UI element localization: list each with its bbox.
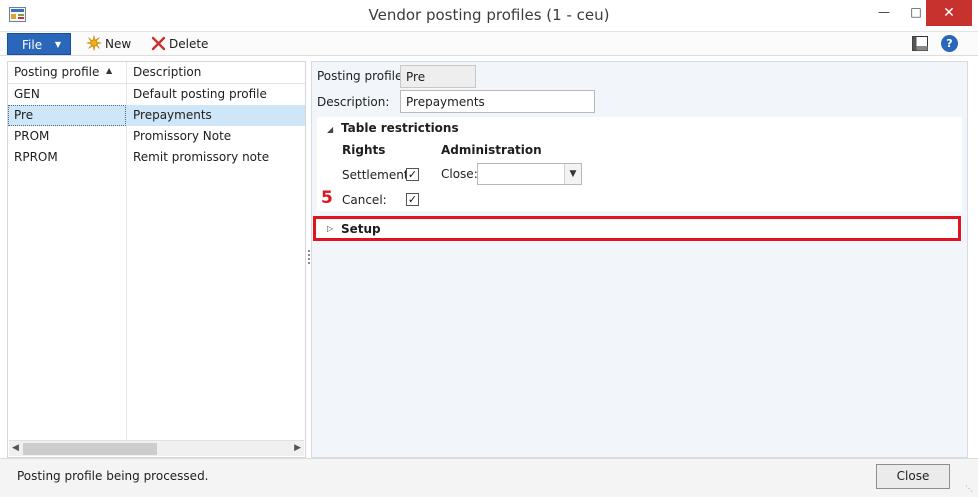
delete-button[interactable]: Delete: [151, 35, 208, 53]
new-icon: [86, 35, 102, 51]
close-label: Close:: [441, 167, 478, 181]
cell-description: Remit promissory note: [133, 150, 270, 164]
chevron-down-icon[interactable]: ▼: [564, 164, 581, 184]
cell-posting-profile: PROM: [14, 129, 50, 143]
table-row[interactable]: RPROM Remit promissory note: [8, 147, 305, 168]
close-combobox[interactable]: ▼: [477, 163, 582, 185]
title-bar: Vendor posting profiles (1 - ceu) — □ ✕: [0, 0, 978, 32]
resize-grip-icon[interactable]: ⋱: [965, 484, 973, 493]
action-pane: File ▼ New Delete ?: [0, 32, 978, 56]
status-bar: Posting profile being processed. Close ⋱: [0, 458, 978, 497]
settlement-checkbox[interactable]: ✓: [406, 168, 419, 181]
administration-group-label: Administration: [441, 143, 542, 157]
scroll-left-icon[interactable]: ◀: [12, 443, 19, 453]
table-row[interactable]: PROM Promissory Note: [8, 126, 305, 147]
window-close-button[interactable]: ✕: [926, 0, 972, 26]
table-row-selected[interactable]: Pre Prepayments: [8, 105, 305, 126]
minimize-button[interactable]: —: [868, 0, 900, 26]
column-header-posting-profile[interactable]: Posting profile: [14, 65, 99, 79]
settlement-label: Settlement:: [342, 168, 413, 182]
file-menu-button[interactable]: File ▼: [7, 33, 71, 55]
rights-group-label: Rights: [342, 143, 386, 157]
table-restrictions-fasttab: ◢ Table restrictions Rights Administrati…: [317, 117, 962, 211]
highlight-box: [313, 216, 961, 241]
status-text: Posting profile being processed.: [17, 469, 209, 483]
posting-profile-field[interactable]: Pre: [400, 65, 476, 88]
new-button[interactable]: New: [86, 35, 131, 53]
sort-ascending-icon: ▲: [106, 66, 113, 75]
cell-description: Prepayments: [133, 108, 212, 122]
close-button[interactable]: Close: [876, 464, 950, 489]
chevron-down-icon: ▼: [54, 40, 61, 49]
description-field[interactable]: Prepayments: [400, 90, 595, 113]
delete-label: Delete: [169, 37, 209, 51]
cell-description: Default posting profile: [133, 87, 267, 101]
file-menu-label: File: [22, 38, 43, 52]
description-label: Description:: [317, 95, 390, 109]
column-header-description[interactable]: Description: [133, 65, 201, 79]
grid-header: Posting profile ▲ Description: [8, 62, 305, 84]
cancel-label: Cancel:: [342, 193, 387, 207]
table-row[interactable]: GEN Default posting profile: [8, 84, 305, 105]
help-icon[interactable]: ?: [941, 35, 958, 52]
cell-posting-profile: RPROM: [14, 150, 58, 164]
cancel-checkbox[interactable]: ✓: [406, 193, 419, 206]
scroll-right-icon[interactable]: ▶: [294, 443, 301, 453]
new-label: New: [105, 37, 132, 51]
layout-icon[interactable]: [912, 36, 928, 51]
posting-profile-grid: Posting profile ▲ Description GEN Defaul…: [7, 61, 306, 458]
detail-pane: Posting profile: Pre Description: Prepay…: [311, 61, 968, 458]
horizontal-scrollbar[interactable]: ◀ ▶: [9, 440, 304, 456]
posting-profile-label: Posting profile:: [317, 69, 407, 83]
collapse-arrow-icon[interactable]: ◢: [327, 125, 333, 134]
window-title: Vendor posting profiles (1 - ceu): [368, 6, 610, 24]
cell-posting-profile: GEN: [14, 87, 40, 101]
delete-icon: [151, 36, 166, 51]
step-number-annotation: 5: [321, 188, 333, 208]
cell-description: Promissory Note: [133, 129, 232, 143]
scrollbar-thumb[interactable]: [23, 443, 157, 455]
table-restrictions-header[interactable]: Table restrictions: [341, 121, 459, 135]
cell-posting-profile: Pre: [14, 108, 34, 122]
